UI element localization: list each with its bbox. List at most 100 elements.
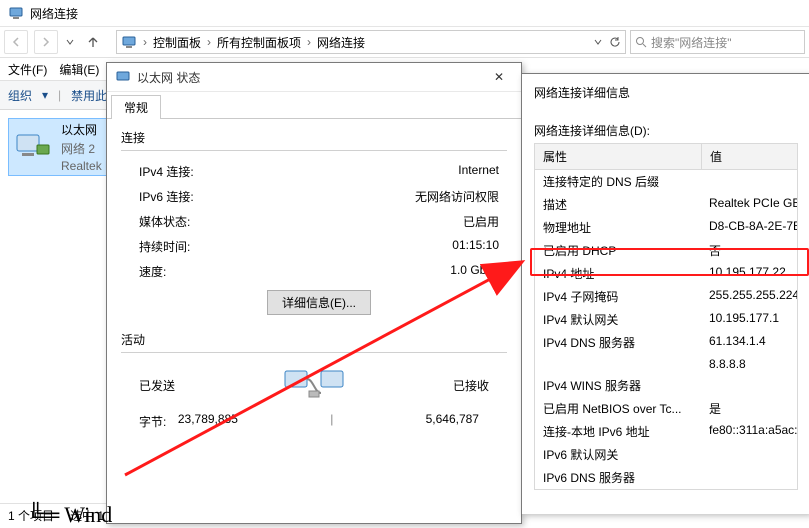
table-row[interactable]: 已启用 DHCP否 (535, 239, 797, 262)
duration-label: 持续时间: (139, 238, 190, 255)
cell-property: 已启用 DHCP (535, 239, 701, 262)
breadcrumb[interactable]: › 控制面板 › 所有控制面板项 › 网络连接 (116, 30, 626, 54)
cell-property: IPv4 DNS 服务器 (535, 331, 701, 354)
cell-value (701, 170, 797, 193)
cell-property: 连接特定的 DNS 后缀 (535, 170, 701, 193)
ipv6-conn-label: IPv6 连接: (139, 188, 194, 205)
details-button[interactable]: 详细信息(E)... (267, 290, 371, 315)
cell-property: IPv4 默认网关 (535, 308, 701, 331)
activity-icon (279, 367, 349, 403)
ipv6-conn-value: 无网络访问权限 (415, 188, 499, 205)
cell-value: 255.255.255.224 (701, 285, 797, 308)
dialog-titlebar[interactable]: 以太网 状态 ✕ (107, 63, 521, 92)
close-button[interactable]: ✕ (485, 67, 513, 87)
cell-value: 10.195.177.22 (701, 262, 797, 285)
menu-file[interactable]: 文件(F) (8, 61, 47, 78)
network-icon (121, 34, 137, 50)
speed-value: 1.0 Gbps (450, 263, 499, 280)
media-state-value: 已启用 (463, 213, 499, 230)
details-list-label: 网络连接详细信息(D): (522, 122, 809, 143)
table-row[interactable]: IPv6 DNS 服务器 (535, 466, 797, 489)
cell-value: 8.8.8.8 (701, 354, 797, 374)
tab-general[interactable]: 常规 (111, 95, 161, 119)
bytes-sent: 23,789,885 (178, 412, 238, 426)
chevron-right-icon: › (143, 35, 147, 49)
bytes-label: 字节: (139, 413, 166, 430)
table-row[interactable]: 描述Realtek PCIe GBE F (535, 193, 797, 216)
adapter-icon (13, 127, 53, 167)
table-header: 属性 值 (535, 144, 797, 170)
refresh-icon[interactable] (609, 36, 621, 48)
tab-header: 常规 (107, 92, 521, 119)
table-row[interactable]: IPv6 默认网关 (535, 443, 797, 466)
media-state-label: 媒体状态: (139, 213, 190, 230)
sent-label: 已发送 (139, 377, 175, 394)
table-row[interactable]: 连接特定的 DNS 后缀 (535, 170, 797, 193)
cell-property: IPv4 WINS 服务器 (535, 374, 701, 397)
ethernet-status-dialog: 以太网 状态 ✕ 常规 连接 IPv4 连接:Internet IPv6 连接:… (106, 62, 522, 524)
table-row[interactable]: IPv4 子网掩码255.255.255.224 (535, 285, 797, 308)
cell-property: IPv6 默认网关 (535, 443, 701, 466)
table-row[interactable]: IPv4 DNS 服务器61.134.1.4 (535, 331, 797, 354)
cell-property: 已启用 NetBIOS over Tc... (535, 397, 701, 420)
cell-property (535, 354, 701, 374)
forward-button[interactable] (34, 30, 58, 54)
cell-value: 10.195.177.1 (701, 308, 797, 331)
cell-property: 连接-本地 IPv6 地址 (535, 420, 701, 443)
cell-value (701, 466, 797, 489)
breadcrumb-item[interactable]: 所有控制面板项 (217, 34, 301, 51)
table-row[interactable]: 已启用 NetBIOS over Tc...是 (535, 397, 797, 420)
search-placeholder: 搜索"网络连接" (651, 34, 732, 51)
connection-group: 连接 IPv4 连接:Internet IPv6 连接:无网络访问权限 媒体状态… (121, 129, 507, 321)
cell-property: 描述 (535, 193, 701, 216)
window-title: 网络连接 (30, 5, 78, 22)
network-details-dialog: 网络连接详细信息 网络连接详细信息(D): 属性 值 连接特定的 DNS 后缀描… (521, 73, 809, 514)
group-title-activity: 活动 (121, 331, 507, 352)
back-button[interactable] (4, 30, 28, 54)
breadcrumb-item[interactable]: 网络连接 (317, 34, 365, 51)
search-input[interactable]: 搜索"网络连接" (630, 30, 805, 54)
organize-button[interactable]: 组织 (8, 87, 32, 104)
cell-value (701, 374, 797, 397)
history-dropdown[interactable] (64, 38, 76, 46)
recv-label: 已接收 (453, 377, 489, 394)
activity-group: 活动 已发送 已接收 字节: (121, 331, 507, 430)
window-titlebar: 网络连接 (0, 0, 809, 27)
cell-value: fe80::311a:a5ac:762 (701, 420, 797, 443)
table-row[interactable]: IPv4 WINS 服务器 (535, 374, 797, 397)
duration-value: 01:15:10 (452, 238, 499, 255)
speed-label: 速度: (139, 263, 166, 280)
ipv4-conn-label: IPv4 连接: (139, 163, 194, 180)
menu-edit[interactable]: 编辑(E) (59, 61, 99, 78)
chevron-down-icon[interactable]: ▾ (42, 88, 48, 102)
disable-button[interactable]: 禁用此 (71, 87, 107, 104)
search-icon (635, 36, 647, 48)
cell-value: Realtek PCIe GBE F (701, 193, 797, 216)
cell-value: D8-CB-8A-2E-7B-DI (701, 216, 797, 239)
network-icon (8, 5, 24, 21)
cell-property: IPv6 DNS 服务器 (535, 466, 701, 489)
cell-property: IPv4 地址 (535, 262, 701, 285)
group-title-connection: 连接 (121, 129, 507, 150)
dialog-title: 以太网 状态 (137, 69, 200, 86)
table-row[interactable]: 连接-本地 IPv6 地址fe80::311a:a5ac:762 (535, 420, 797, 443)
details-table: 属性 值 连接特定的 DNS 后缀描述Realtek PCIe GBE F物理地… (534, 143, 798, 490)
chevron-right-icon: › (207, 35, 211, 49)
address-toolbar: › 控制面板 › 所有控制面板项 › 网络连接 搜索"网络连接" (0, 27, 809, 58)
network-icon (115, 69, 131, 85)
col-property[interactable]: 属性 (535, 144, 702, 169)
up-button[interactable] (82, 31, 104, 53)
cell-value: 否 (701, 239, 797, 262)
cell-value: 61.134.1.4 (701, 331, 797, 354)
table-row[interactable]: 8.8.8.8 (535, 354, 797, 374)
col-value[interactable]: 值 (702, 144, 797, 169)
table-row[interactable]: IPv4 默认网关10.195.177.1 (535, 308, 797, 331)
breadcrumb-item[interactable]: 控制面板 (153, 34, 201, 51)
background-text-fragment: ╚═ Wind (28, 502, 112, 528)
chevron-down-icon[interactable] (593, 37, 603, 47)
table-row[interactable]: IPv4 地址10.195.177.22 (535, 262, 797, 285)
chevron-right-icon: › (307, 35, 311, 49)
cell-property: 物理地址 (535, 216, 701, 239)
table-row[interactable]: 物理地址D8-CB-8A-2E-7B-DI (535, 216, 797, 239)
cell-property: IPv4 子网掩码 (535, 285, 701, 308)
